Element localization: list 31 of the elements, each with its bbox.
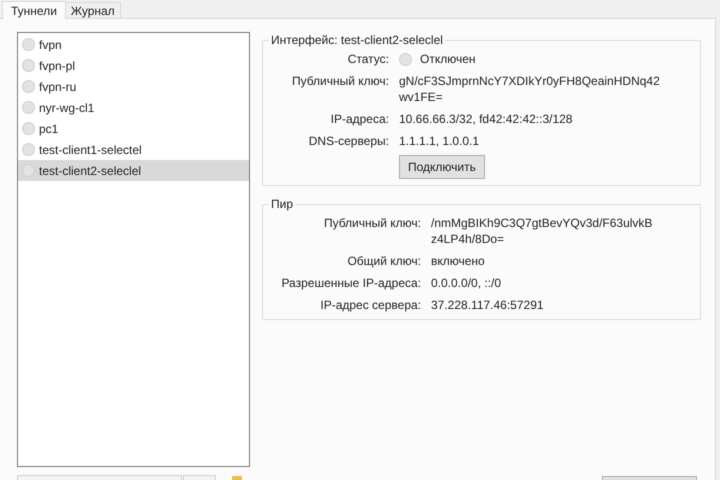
- field-label: Статус:: [346, 51, 389, 67]
- field-value: 0.0.0.0/0, ::/0: [431, 275, 502, 291]
- tunnel-item[interactable]: pc1: [18, 118, 249, 139]
- field-label: Разрешенные IP-адреса:: [280, 275, 421, 291]
- tunnel-item[interactable]: fvpn-ru: [18, 76, 249, 97]
- field-value: gN/cF3SJmprnNcY7XDIkYr0yFH8QeainHDNq42 wv1FE=: [399, 73, 661, 105]
- tunnel-item[interactable]: fvpn-pl: [18, 55, 249, 76]
- add-tunnel-button[interactable]: [17, 475, 182, 480]
- tab[interactable]: Журнал: [66, 2, 121, 18]
- field-value: 1.1.1.1, 1.0.0.1: [399, 133, 480, 149]
- status-text: Отключен: [420, 51, 476, 68]
- tunnel-item[interactable]: test-client1-selectel: [18, 139, 249, 160]
- connect-button[interactable]: Подключить: [399, 155, 485, 179]
- field-label: Публичный ключ:: [322, 215, 421, 231]
- tunnel-item[interactable]: nyr-wg-cl1: [18, 97, 249, 118]
- field-label: Общий ключ:: [346, 253, 421, 269]
- field-value: 37.228.117.46:57291: [431, 297, 545, 313]
- delete-button[interactable]: [183, 475, 216, 480]
- field-value: /nmMgBIKh9C3Q7gtBevYQv3d/F63ulvkB z4LP4h/8Do=: [431, 215, 654, 247]
- field-label: DNS-серверы:: [308, 133, 389, 149]
- field-label: Публичный ключ:: [290, 73, 389, 89]
- field-label: IP-адреса:: [330, 111, 389, 127]
- tunnel-item[interactable]: test-client2-seleclel: [18, 160, 249, 181]
- group-title: Пир: [269, 197, 296, 211]
- group-title: Интерфейс: test-client2-seleclel: [269, 33, 445, 47]
- field-value: включено: [431, 253, 486, 269]
- edit-button[interactable]: [602, 476, 697, 480]
- tunnel-item[interactable]: fvpn: [18, 34, 249, 55]
- tab[interactable]: Туннели: [2, 1, 66, 19]
- field-label: IP-адрес сервера:: [319, 297, 421, 313]
- field-value: 10.66.66.3/32, fd42:42:42::3/128: [399, 111, 574, 127]
